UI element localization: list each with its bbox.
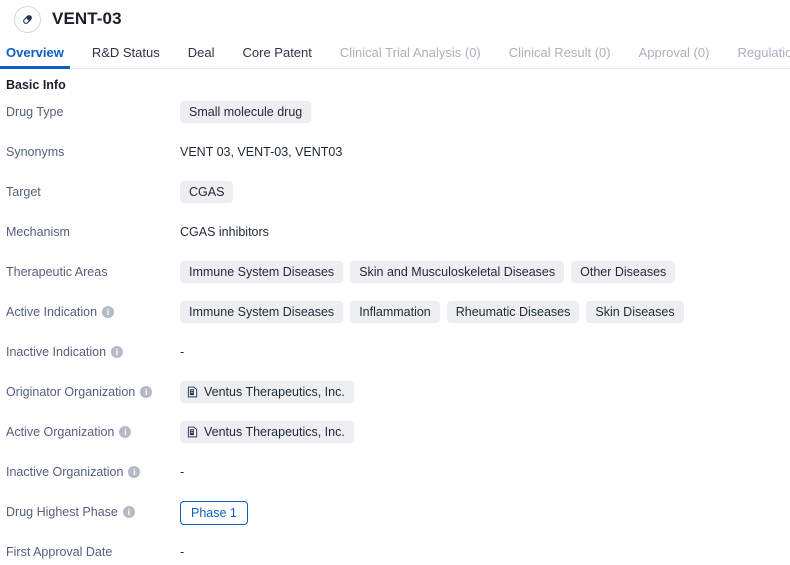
info-icon[interactable]: i [111, 346, 124, 358]
info-row-active-organization: Active Organization i Ventus Therapeutics,… [0, 421, 790, 445]
info-icon[interactable]: i [140, 386, 153, 398]
value-chip[interactable]: Rheumatic Diseases [446, 301, 580, 323]
row-label-synonyms: Synonyms [0, 141, 180, 163]
chip-label: Rheumatic Diseases [455, 305, 571, 319]
tab-clinical-result[interactable]: Clinical Result (0) [509, 45, 611, 68]
label-text: Active Organization [6, 425, 115, 439]
row-value-drug-type: Small molecule drug [180, 101, 790, 123]
chip-label: Other Diseases [580, 265, 667, 279]
label-text: Target [6, 185, 41, 199]
info-row-originator-organization: Originator Organization i Ventus Therapeut… [0, 381, 790, 405]
label-text: Inactive Organization [6, 465, 124, 479]
row-label-mechanism: Mechanism [0, 221, 180, 243]
value-chip[interactable]: Immune System Diseases [180, 301, 344, 323]
info-row-target: Target CGAS [0, 181, 790, 205]
info-row-inactive-organization: Inactive Organization i - [0, 461, 790, 485]
chip-label: CGAS [189, 185, 225, 199]
organization-chip[interactable]: Ventus Therapeutics, Inc. [180, 381, 354, 403]
organization-building-icon [187, 426, 198, 438]
row-value-target: CGAS [180, 181, 790, 203]
info-icon[interactable]: i [119, 426, 132, 438]
info-row-synonyms: Synonyms VENT 03, VENT-03, VENT03 [0, 141, 790, 165]
page-title: VENT-03 [52, 9, 122, 28]
info-rows-container: Drug Type Small molecule drug Synonyms VENT… [0, 101, 790, 565]
tab-clinical-trial-analysis[interactable]: Clinical Trial Analysis (0) [340, 45, 481, 68]
empty-value: - [180, 545, 185, 559]
row-value-mechanism: CGAS inhibitors [180, 221, 790, 243]
row-value-synonyms: VENT 03, VENT-03, VENT03 [180, 141, 790, 163]
info-icon[interactable]: i [122, 506, 135, 518]
info-row-active-indication: Active Indication i Immune System Diseases… [0, 301, 790, 325]
row-label-inactive-indication: Inactive Indication i [0, 341, 180, 363]
row-label-inactive-organization: Inactive Organization i [0, 461, 180, 483]
chip-label: Skin and Musculoskeletal Diseases [359, 265, 556, 279]
row-label-active-organization: Active Organization i [0, 421, 180, 443]
chip-label: Skin Diseases [595, 305, 675, 319]
tab-rd-status[interactable]: R&D Status [92, 45, 160, 68]
info-icon[interactable]: i [102, 306, 115, 318]
info-row-drug-highest-phase: Drug Highest Phase i Phase 1 [0, 501, 790, 525]
row-label-drug-highest-phase: Drug Highest Phase i [0, 501, 180, 523]
info-row-mechanism: Mechanism CGAS inhibitors [0, 221, 790, 245]
tab-core-patent[interactable]: Core Patent [243, 45, 312, 68]
label-text: Originator Organization [6, 385, 136, 399]
tab-deal[interactable]: Deal [188, 45, 215, 68]
tab-bar: Overview R&D Status Deal Core Patent Cli… [0, 38, 790, 69]
row-value-therapeutic-areas: Immune System Diseases Skin and Musculosk… [180, 261, 790, 283]
row-label-active-indication: Active Indication i [0, 301, 180, 323]
row-label-first-approval-date: First Approval Date [0, 541, 180, 563]
page-header: VENT-03 [0, 0, 790, 38]
chip-label: Ventus Therapeutics, Inc. [204, 425, 345, 439]
row-value-inactive-indication: - [180, 341, 790, 363]
section-title-basic-info: Basic Info [6, 78, 66, 92]
label-text: Mechanism [6, 225, 70, 239]
empty-value: - [180, 465, 185, 479]
basic-info-section: Basic Info Drug Type Small molecule drug S… [0, 69, 790, 565]
info-icon[interactable]: i [128, 466, 141, 478]
pill-capsule-icon [14, 5, 41, 33]
row-label-target: Target [0, 181, 180, 203]
label-text: Drug Highest Phase [6, 505, 118, 519]
empty-value: - [180, 345, 185, 359]
tab-overview[interactable]: Overview [0, 45, 70, 69]
chip-label: Immune System Diseases [189, 305, 335, 319]
value-chip[interactable]: CGAS [180, 181, 234, 203]
row-value-originator-organization: Ventus Therapeutics, Inc. [180, 381, 790, 403]
value-chip[interactable]: Inflammation [350, 301, 440, 323]
label-text: Inactive Indication [6, 345, 107, 359]
chip-label: Immune System Diseases [189, 265, 335, 279]
row-value-active-indication: Immune System Diseases Inflammation Rheuma… [180, 301, 790, 323]
info-row-drug-type: Drug Type Small molecule drug [0, 101, 790, 125]
chip-label: Ventus Therapeutics, Inc. [204, 385, 345, 399]
organization-chip[interactable]: Ventus Therapeutics, Inc. [180, 421, 354, 443]
info-row-first-approval-date: First Approval Date - [0, 541, 790, 565]
info-row-therapeutic-areas: Therapeutic Areas Immune System Diseases S… [0, 261, 790, 285]
chip-label: Inflammation [359, 305, 431, 319]
row-value-inactive-organization: - [180, 461, 790, 483]
row-label-therapeutic-areas: Therapeutic Areas [0, 261, 180, 283]
row-value-first-approval-date: - [180, 541, 790, 563]
tab-approval[interactable]: Approval (0) [639, 45, 710, 68]
value-chip[interactable]: Other Diseases [571, 261, 676, 283]
row-label-drug-type: Drug Type [0, 101, 180, 123]
label-text: Drug Type [6, 105, 64, 119]
organization-building-icon [187, 386, 198, 398]
label-text: Active Indication [6, 305, 98, 319]
label-text: Synonyms [6, 145, 65, 159]
value-chip[interactable]: Skin and Musculoskeletal Diseases [350, 261, 565, 283]
value-text: CGAS inhibitors [180, 225, 269, 239]
tab-regulation[interactable]: Regulation (0) [737, 45, 790, 68]
phase-badge[interactable]: Phase 1 [180, 501, 248, 525]
info-row-inactive-indication: Inactive Indication i - [0, 341, 790, 365]
chip-label: Small molecule drug [189, 105, 303, 119]
value-chip[interactable]: Immune System Diseases [180, 261, 344, 283]
label-text: First Approval Date [6, 545, 113, 559]
row-label-originator-organization: Originator Organization i [0, 381, 180, 403]
value-text: VENT 03, VENT-03, VENT03 [180, 145, 343, 159]
row-value-active-organization: Ventus Therapeutics, Inc. [180, 421, 790, 443]
value-chip[interactable]: Small molecule drug [180, 101, 312, 123]
value-chip[interactable]: Skin Diseases [586, 301, 684, 323]
row-value-drug-highest-phase: Phase 1 [180, 501, 790, 525]
label-text: Therapeutic Areas [6, 265, 108, 279]
